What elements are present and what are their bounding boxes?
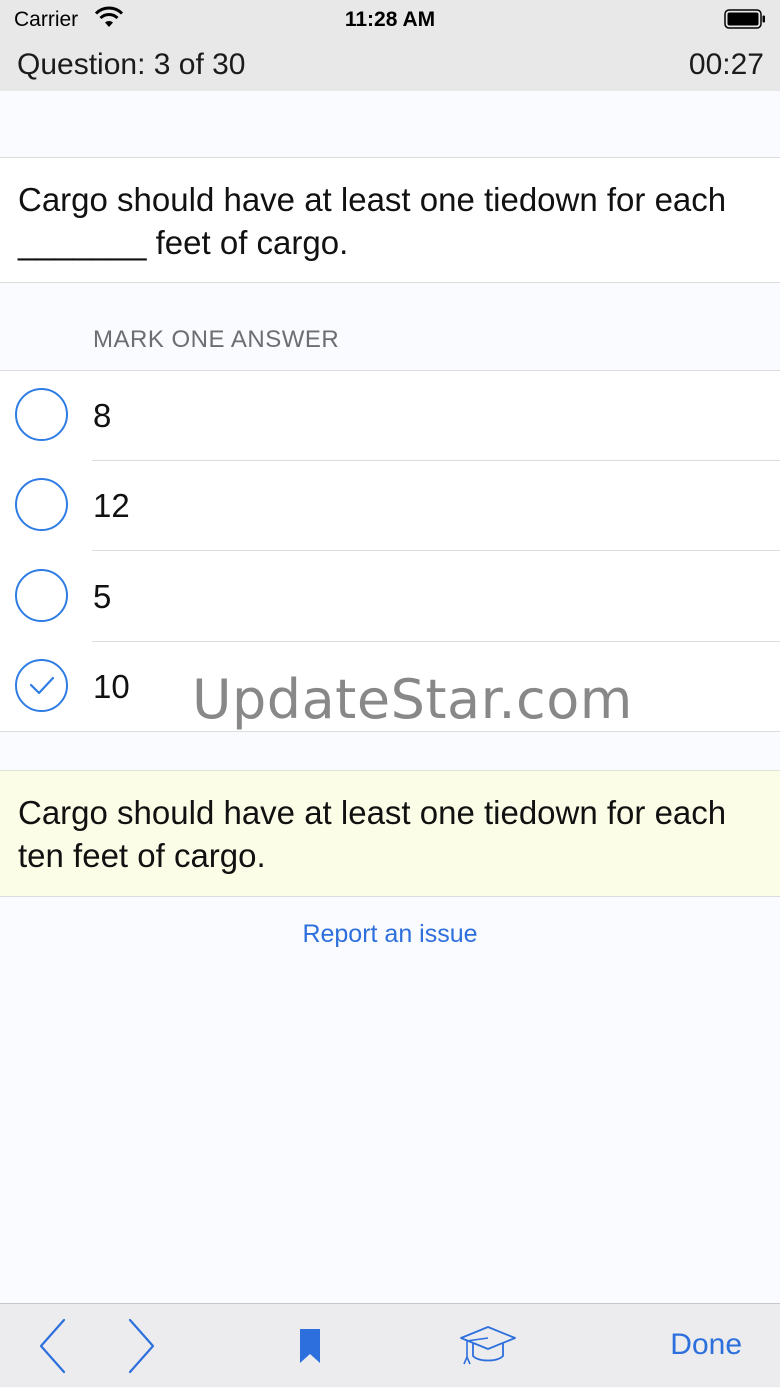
previous-button[interactable] bbox=[30, 1304, 74, 1388]
question-cell: Cargo should have at least one tiedown f… bbox=[0, 157, 780, 283]
answer-label: 12 bbox=[93, 487, 130, 524]
chevron-right-icon bbox=[128, 1318, 155, 1374]
status-time: 11:28 AM bbox=[344, 8, 436, 31]
report-issue-link[interactable]: Report an issue bbox=[0, 920, 780, 949]
battery-icon bbox=[724, 9, 765, 29]
radio-circle-icon[interactable] bbox=[15, 478, 68, 531]
answers-section-header: MARK ONE ANSWER bbox=[93, 326, 340, 353]
quiz-timer: 00:27 bbox=[688, 48, 764, 81]
bottom-toolbar: Done bbox=[0, 1303, 780, 1387]
checkmark-icon bbox=[29, 676, 55, 695]
radio-circle-icon[interactable] bbox=[15, 569, 68, 622]
status-bar: Carrier 11:28 AM bbox=[0, 0, 780, 40]
chevron-left-icon bbox=[39, 1318, 66, 1374]
answer-option[interactable]: 12 bbox=[0, 461, 780, 551]
answer-option[interactable]: 8 bbox=[0, 371, 780, 461]
radio-checked-icon[interactable] bbox=[15, 659, 68, 712]
watermark: UpdateStar.com bbox=[192, 668, 633, 731]
study-button[interactable] bbox=[455, 1304, 521, 1388]
bookmark-button[interactable] bbox=[290, 1304, 330, 1388]
next-button[interactable] bbox=[120, 1304, 164, 1388]
graduation-cap-icon bbox=[460, 1326, 516, 1365]
question-text: Cargo should have at least one tiedown f… bbox=[18, 181, 727, 261]
answer-label: 10 bbox=[93, 668, 130, 705]
radio-circle-icon[interactable] bbox=[15, 388, 68, 441]
done-button[interactable]: Done bbox=[670, 1328, 742, 1362]
answer-label: 8 bbox=[93, 397, 112, 434]
question-counter: Question: 3 of 30 bbox=[17, 48, 246, 81]
answer-label: 5 bbox=[93, 578, 112, 615]
answer-option[interactable]: 5 bbox=[0, 552, 780, 642]
explanation-box: Cargo should have at least one tiedown f… bbox=[0, 770, 780, 897]
quiz-header: Question: 3 of 30 00:27 bbox=[0, 40, 780, 91]
bookmark-icon bbox=[300, 1329, 320, 1363]
explanation-text: Cargo should have at least one tiedown f… bbox=[18, 794, 727, 874]
divider bbox=[92, 550, 780, 551]
